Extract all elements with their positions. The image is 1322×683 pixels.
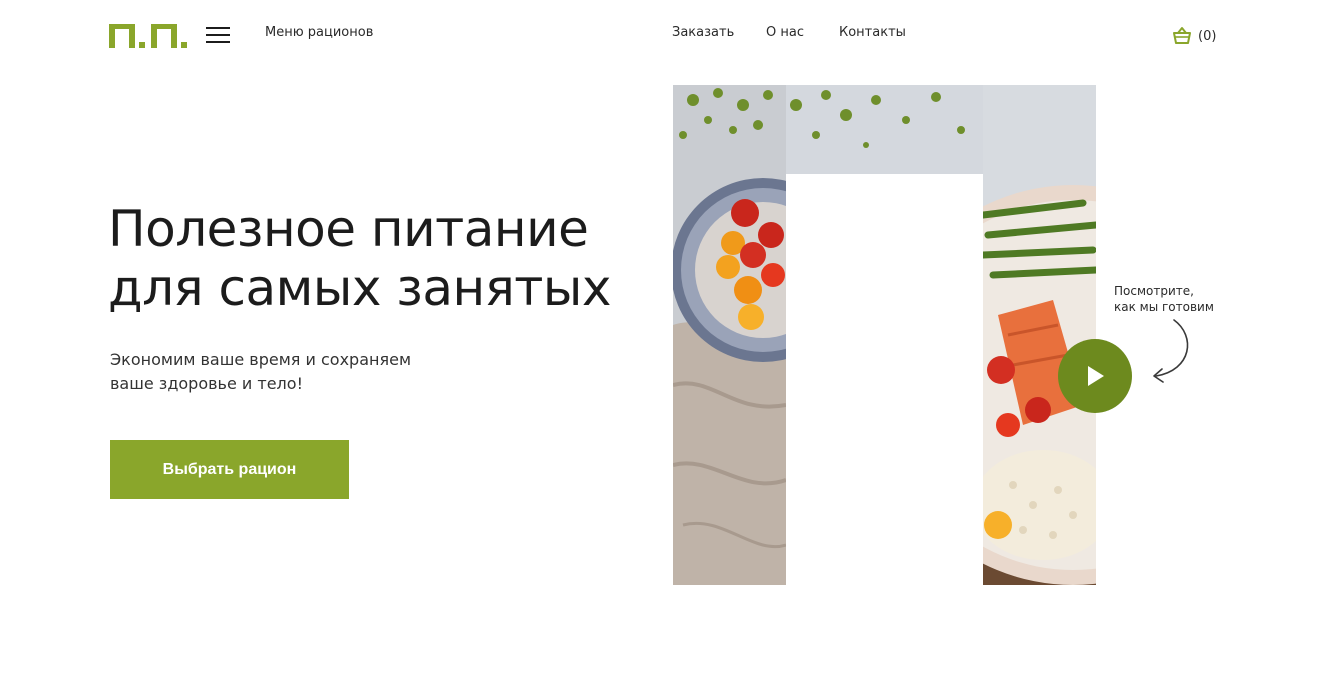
food-photo-right — [983, 85, 1096, 585]
watch-note-line-1: Посмотрите, — [1114, 284, 1194, 298]
nav-contacts-link[interactable]: Контакты — [839, 25, 906, 40]
cart-count: (0) — [1198, 28, 1217, 44]
watch-note-line-2: как мы готовим — [1114, 300, 1214, 314]
play-video-button[interactable] — [1058, 339, 1132, 413]
hero-title-line-1: Полезное питание — [108, 200, 589, 258]
nav-about-link[interactable]: О нас — [766, 25, 804, 40]
hero-subtitle-line-2: ваше здоровье и тело! — [110, 374, 303, 393]
hero-title: Полезное питание для самых занятых — [108, 200, 668, 318]
nav-order-link[interactable]: Заказать — [672, 25, 734, 40]
logo-dot-2 — [181, 42, 187, 48]
cart-button[interactable]: (0) — [1172, 26, 1216, 46]
logo-letter-p2 — [151, 24, 177, 48]
basket-icon — [1173, 27, 1191, 44]
hero-title-line-2: для самых занятых — [108, 259, 612, 317]
choose-ration-button[interactable]: Выбрать рацион — [110, 440, 349, 499]
hero-subtitle-line-1: Экономим ваше время и сохраняем — [110, 350, 412, 369]
food-photo-left — [673, 85, 786, 585]
burger-menu-icon[interactable] — [206, 26, 230, 44]
menu-rations-link[interactable]: Меню рационов — [265, 25, 373, 40]
logo[interactable] — [109, 22, 193, 48]
logo-dot-1 — [139, 42, 145, 48]
hero-subtitle: Экономим ваше время и сохраняем ваше здо… — [110, 348, 411, 396]
curved-arrow-icon — [1153, 319, 1189, 383]
food-photo-top — [786, 85, 983, 174]
logo-letter-p1 — [109, 24, 135, 48]
play-icon — [1088, 366, 1104, 386]
watch-video-note: Посмотрите, как мы готовим — [1114, 283, 1214, 315]
